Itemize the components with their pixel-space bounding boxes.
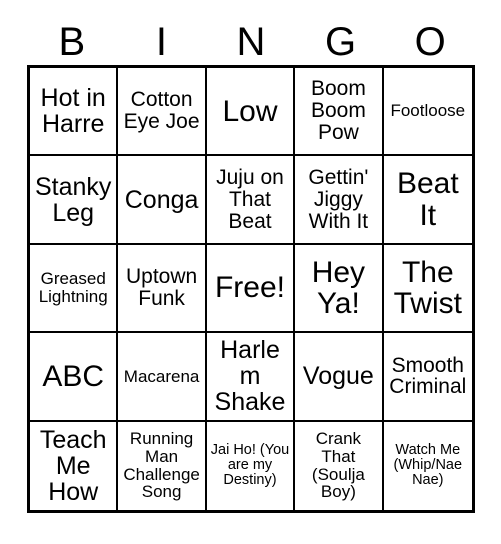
bingo-cell[interactable]: Vogue [295,333,384,422]
bingo-cell[interactable]: ABC [30,333,119,422]
bingo-header-letter-o: O [414,19,446,64]
bingo-cell-label: Low [222,94,278,128]
bingo-header-row: B I N G O [27,18,475,65]
bingo-cell-label: Free! [214,271,285,305]
bingo-cell-label: Greased Lightning [38,269,108,306]
bingo-cell[interactable]: The Twist [383,244,472,334]
bingo-cell-label: Vogue [302,362,374,391]
bingo-header-letter-b: B [58,19,86,64]
bingo-cell[interactable]: Beat It [383,156,472,245]
bingo-cell-label: Boom Boom Pow [310,77,366,145]
bingo-cell-label: ABC [42,359,105,393]
bingo-cell[interactable]: Low [206,68,296,157]
bingo-cell-label: Gettin' Jiggy With It [308,165,369,233]
bingo-cell-label: Footloose [390,101,466,121]
bingo-cell-label: Hey Ya! [311,255,366,320]
bingo-cell[interactable]: Cotton Eye Joe [118,68,207,157]
bingo-cell-label: The Twist [393,255,462,320]
bingo-cell-label: Hot in Harre [40,84,106,139]
bingo-header-letter-n: N [236,19,266,64]
bingo-cell[interactable]: Running Man Challenge Song [118,421,207,510]
bingo-cell[interactable]: Conga [118,156,207,245]
bingo-cell[interactable]: Greased Lightning [30,244,119,334]
bingo-cell-label: Macarena [123,366,200,386]
bingo-cell[interactable]: Macarena [118,333,207,422]
bingo-cell-label: Uptown Funk [125,265,198,310]
bingo-cell[interactable]: Watch Me (Whip/Nae Nae) [383,421,472,510]
bingo-cell[interactable]: Jai Ho! (You are my Destiny) [206,421,296,510]
bingo-grid: Hot in Harre Cotton Eye Joe Low Boom Boo… [27,65,475,513]
bingo-cell-label: Beat It [396,167,459,232]
bingo-cell-label: Conga [124,185,199,214]
bingo-cell-label: Teach Me How [39,425,107,506]
bingo-cell[interactable]: Hey Ya! [295,244,384,334]
bingo-cell[interactable]: Crank That (Soulja Boy) [295,421,384,510]
bingo-cell-free-space[interactable]: Free! [206,244,296,334]
bingo-cell[interactable]: Teach Me How [30,421,119,510]
bingo-cell[interactable]: Stanky Leg [30,156,119,245]
bingo-cell-label: Cotton Eye Joe [123,88,200,134]
bingo-cell-label: Crank That (Soulja Boy) [311,429,365,502]
bingo-cell[interactable]: Boom Boom Pow [295,68,384,157]
bingo-card: B I N G O Hot in Harre Cotton Eye Joe Lo… [0,0,501,544]
bingo-cell[interactable]: Hot in Harre [30,68,119,157]
bingo-cell-label: Running Man Challenge Song [123,429,200,502]
bingo-header-letter-g: G [325,19,357,64]
bingo-cell-label: Smooth Criminal [389,353,467,399]
bingo-cell[interactable]: Juju on That Beat [206,156,296,245]
bingo-cell[interactable]: Footloose [383,68,472,157]
bingo-cell-label: Stanky Leg [34,172,112,227]
bingo-cell[interactable]: Gettin' Jiggy With It [295,156,384,245]
bingo-cell-label: Jai Ho! (You are my Destiny) [210,442,290,489]
bingo-cell[interactable]: Harlem Shake [206,333,296,422]
bingo-cell[interactable]: Uptown Funk [118,244,207,334]
bingo-cell-label: Juju on That Beat [216,165,284,233]
bingo-cell-label: Harlem Shake [214,336,286,417]
bingo-cell[interactable]: Smooth Criminal [383,333,472,422]
bingo-header-letter-i: I [155,19,167,64]
bingo-cell-label: Watch Me (Whip/Nae Nae) [393,442,463,489]
